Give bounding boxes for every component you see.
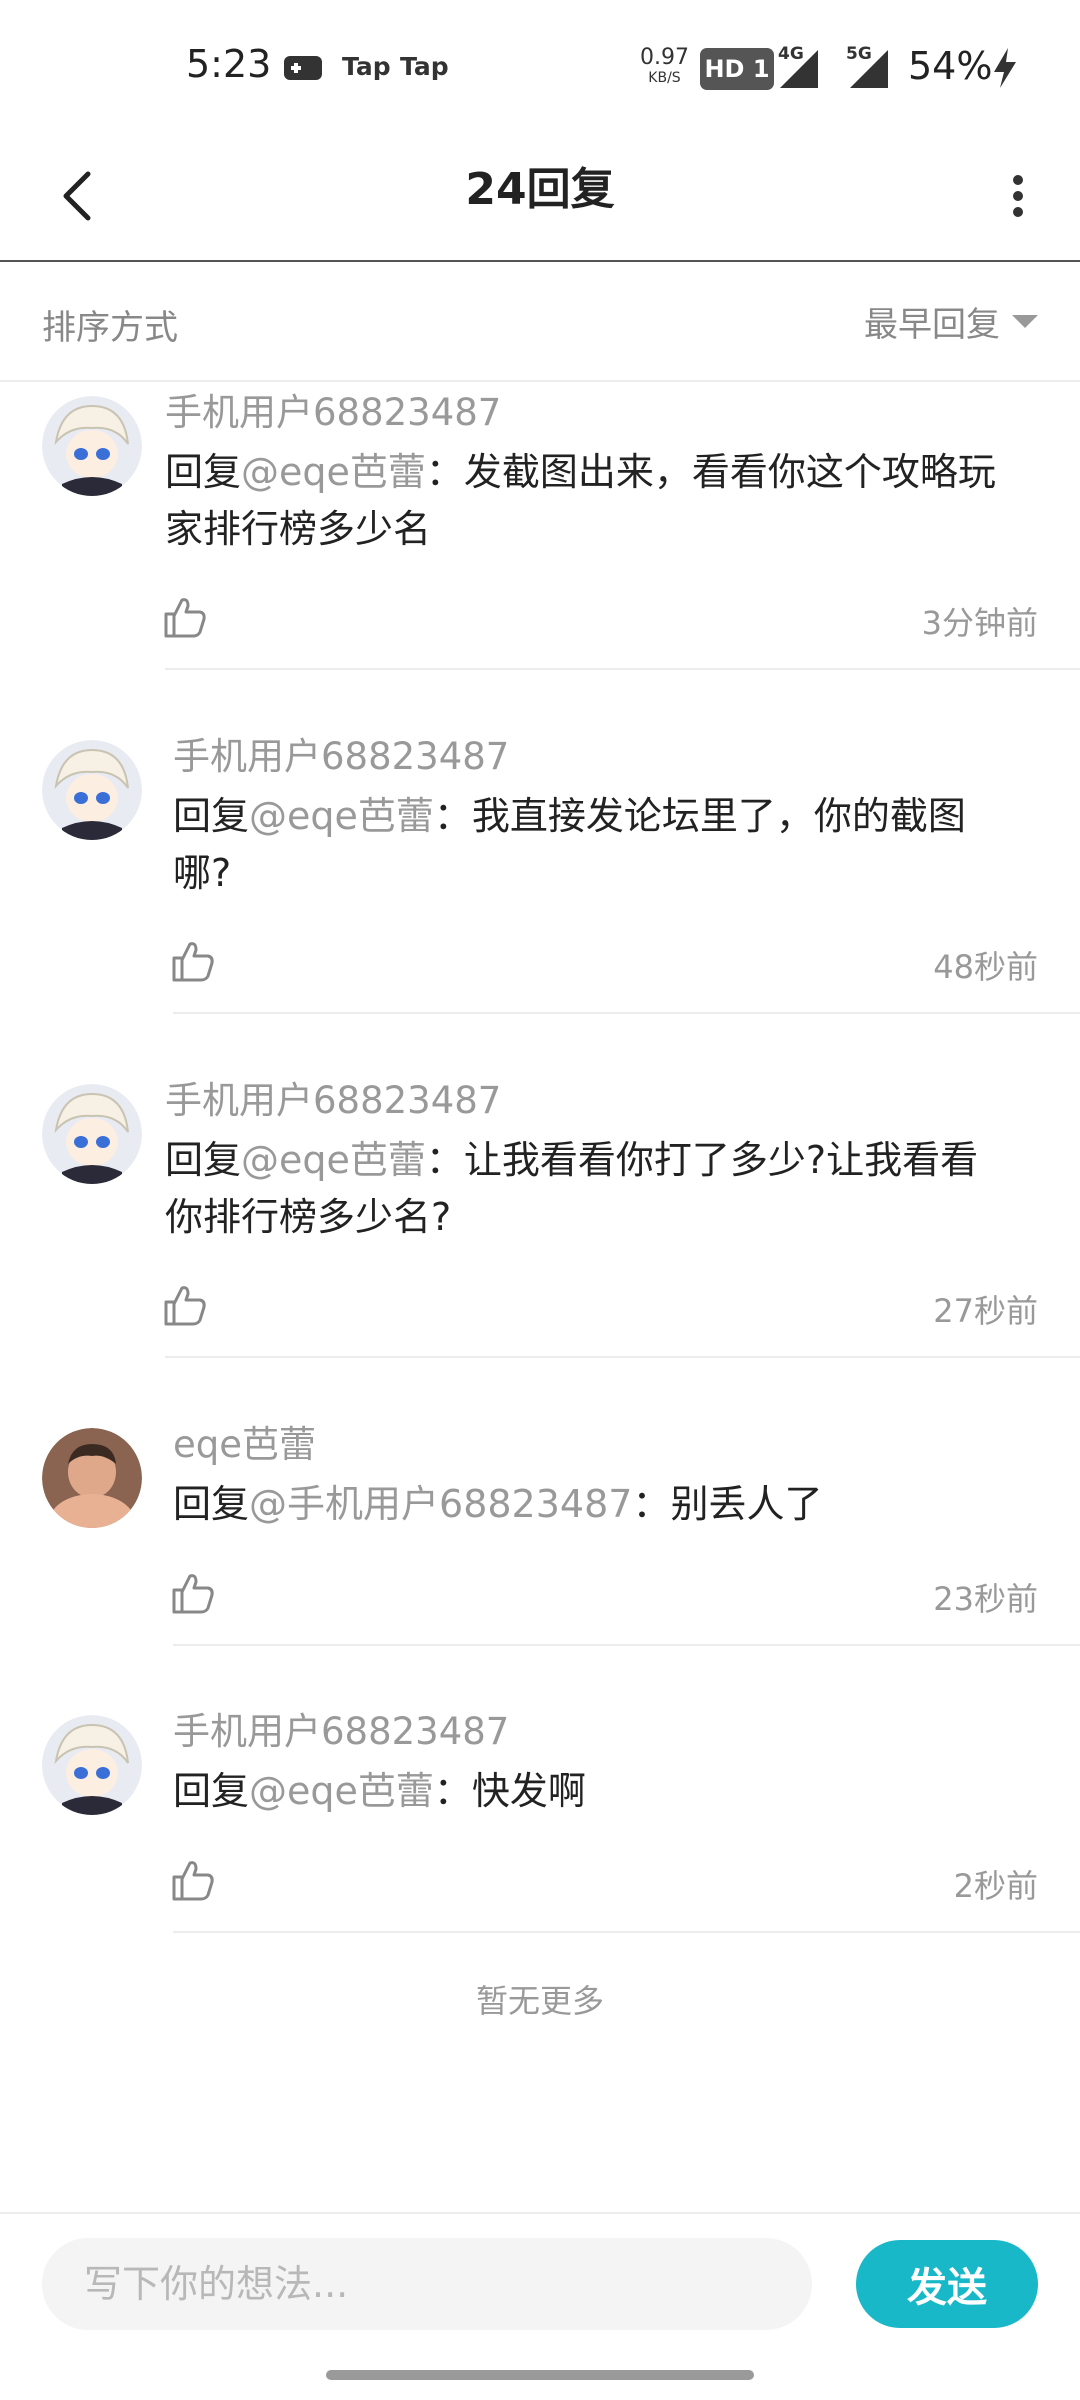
more-options-button[interactable] bbox=[986, 154, 1050, 238]
mention-link[interactable]: @eqe芭蕾 bbox=[249, 794, 434, 838]
thumbs-up-icon[interactable] bbox=[160, 592, 210, 642]
comment-item: 手机用户68823487 回复@eqe芭蕾：我直接发论坛里了，你的截图哪? 48… bbox=[0, 726, 1080, 1016]
comment-text: 回复@eqe芭蕾：快发啊 bbox=[173, 1763, 1023, 1820]
page-title: 24回复 bbox=[465, 164, 615, 215]
sort-dropdown[interactable]: 最早回复 bbox=[864, 296, 1038, 346]
anime-avatar-icon bbox=[42, 396, 142, 496]
divider bbox=[165, 1356, 1080, 1358]
photo-avatar-icon bbox=[42, 1428, 142, 1528]
comment-text: 回复@eqe芭蕾：让我看看你打了多少?让我看看你排行榜多少名? bbox=[165, 1132, 1015, 1246]
app-bar: 24回复 bbox=[0, 130, 1080, 262]
net-speed: 0.97 KB/S bbox=[640, 45, 689, 88]
divider bbox=[173, 1931, 1080, 1933]
anime-avatar-icon bbox=[42, 1084, 142, 1184]
comment-body: ：别丢人了 bbox=[632, 1482, 823, 1526]
reply-prefix: 回复 bbox=[165, 450, 242, 494]
taptap-icon: Tap bbox=[400, 52, 449, 81]
avatar[interactable] bbox=[42, 740, 142, 840]
comment-time: 3分钟前 bbox=[921, 604, 1038, 642]
comment-username[interactable]: 手机用户68823487 bbox=[165, 382, 501, 436]
comment-body: ：快发啊 bbox=[433, 1769, 586, 1813]
comment-text: 回复@手机用户68823487：别丢人了 bbox=[173, 1476, 1023, 1533]
divider bbox=[173, 1644, 1080, 1646]
comment-item: 手机用户68823487 回复@eqe芭蕾：发截图出来，看看你这个攻略玩家排行榜… bbox=[0, 382, 1080, 672]
home-indicator[interactable] bbox=[326, 2370, 754, 2380]
battery-percent: 54% bbox=[908, 44, 993, 88]
anime-avatar-icon bbox=[42, 740, 142, 840]
comment-item: eqe芭蕾 回复@手机用户68823487：别丢人了 23秒前 bbox=[0, 1414, 1080, 1648]
comment-text: 回复@eqe芭蕾：发截图出来，看看你这个攻略玩家排行榜多少名 bbox=[165, 444, 1015, 558]
avatar[interactable] bbox=[42, 396, 142, 496]
reply-prefix: 回复 bbox=[165, 1138, 242, 1182]
comment-username[interactable]: 手机用户68823487 bbox=[173, 726, 509, 780]
sort-bar: 排序方式 最早回复 bbox=[0, 262, 1080, 382]
mention-link[interactable]: @eqe芭蕾 bbox=[241, 1138, 426, 1182]
thumbs-up-icon[interactable] bbox=[168, 936, 218, 986]
anime-avatar-icon bbox=[42, 1715, 142, 1815]
avatar[interactable] bbox=[42, 1715, 142, 1815]
taptap-icon: Tap bbox=[342, 52, 391, 81]
mention-link[interactable]: @eqe芭蕾 bbox=[241, 450, 426, 494]
comment-input[interactable] bbox=[42, 2238, 812, 2330]
caret-down-icon bbox=[1012, 314, 1038, 328]
net-speed-unit: KB/S bbox=[648, 70, 681, 86]
comment-username[interactable]: 手机用户68823487 bbox=[165, 1070, 501, 1124]
status-time: 5:23 bbox=[186, 42, 272, 86]
signal-icon bbox=[780, 50, 818, 88]
signal-icon bbox=[850, 50, 888, 88]
avatar[interactable] bbox=[42, 1428, 142, 1528]
no-more-text: 暂无更多 bbox=[475, 1982, 604, 2020]
mention-link[interactable]: @手机用户68823487 bbox=[249, 1482, 632, 1526]
comment-username[interactable]: 手机用户68823487 bbox=[173, 1701, 509, 1755]
divider bbox=[165, 668, 1080, 670]
reply-prefix: 回复 bbox=[173, 794, 250, 838]
comment-username[interactable]: eqe芭蕾 bbox=[173, 1414, 316, 1468]
divider bbox=[173, 1012, 1080, 1014]
thumbs-up-icon[interactable] bbox=[168, 1568, 218, 1618]
charging-bolt-icon bbox=[994, 48, 1016, 88]
comment-time: 23秒前 bbox=[933, 1580, 1038, 1618]
comment-time: 2秒前 bbox=[953, 1867, 1038, 1905]
reply-prefix: 回复 bbox=[173, 1769, 250, 1813]
comment-text: 回复@eqe芭蕾：我直接发论坛里了，你的截图哪? bbox=[173, 788, 1023, 902]
vertical-dots-icon bbox=[1013, 175, 1023, 217]
thumbs-up-icon[interactable] bbox=[160, 1280, 210, 1330]
avatar[interactable] bbox=[42, 1084, 142, 1184]
hd-badge: HD 1 bbox=[700, 48, 774, 90]
net-speed-value: 0.97 bbox=[640, 45, 689, 70]
comment-time: 27秒前 bbox=[933, 1292, 1038, 1330]
sort-value: 最早回复 bbox=[864, 304, 1000, 345]
sort-label: 排序方式 bbox=[42, 308, 178, 348]
comment-item: 手机用户68823487 回复@eqe芭蕾：让我看看你打了多少?让我看看你排行榜… bbox=[0, 1070, 1080, 1360]
gamepad-icon bbox=[284, 56, 322, 80]
send-button[interactable]: 发送 bbox=[856, 2240, 1038, 2328]
comment-composer: 发送 bbox=[0, 2212, 1080, 2362]
mention-link[interactable]: @eqe芭蕾 bbox=[249, 1769, 434, 1813]
comment-time: 48秒前 bbox=[933, 948, 1038, 986]
reply-prefix: 回复 bbox=[173, 1482, 250, 1526]
thumbs-up-icon[interactable] bbox=[168, 1855, 218, 1905]
comment-item: 手机用户68823487 回复@eqe芭蕾：快发啊 2秒前 bbox=[0, 1701, 1080, 1935]
status-bar: 5:23 Tap Tap 0.97 KB/S HD 1 4G 5G 54% bbox=[0, 0, 1080, 130]
